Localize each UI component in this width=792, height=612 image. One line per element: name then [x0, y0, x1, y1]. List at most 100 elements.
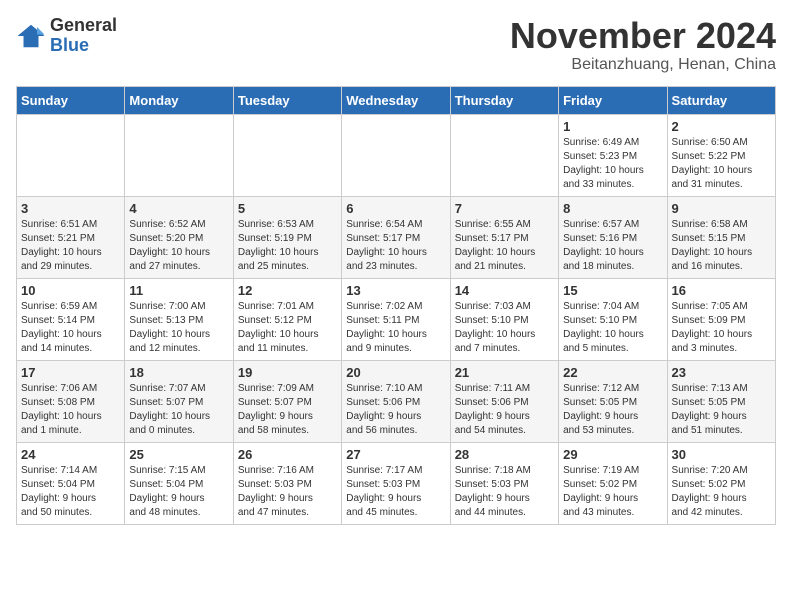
day-info: Sunrise: 7:19 AM Sunset: 5:02 PM Dayligh… — [563, 464, 662, 520]
header-saturday: Saturday — [667, 86, 775, 114]
table-row: 17 Sunrise: 7:06 AM Sunset: 5:08 PM Dayli… — [17, 360, 125, 442]
day-info: Sunrise: 6:55 AM Sunset: 5:17 PM Dayligh… — [455, 218, 554, 274]
day-info: Sunrise: 7:14 AM Sunset: 5:04 PM Dayligh… — [21, 464, 120, 520]
table-row — [342, 114, 450, 196]
table-row: 13 Sunrise: 7:02 AM Sunset: 5:11 PM Dayli… — [342, 278, 450, 360]
day-number: 16 — [672, 283, 771, 298]
logo-text: General Blue — [50, 16, 117, 56]
table-row: 3 Sunrise: 6:51 AM Sunset: 5:21 PM Daylig… — [17, 196, 125, 278]
header-sunday: Sunday — [17, 86, 125, 114]
day-number: 28 — [455, 447, 554, 462]
header: General Blue November 2024 Beitanzhuang,… — [16, 16, 776, 74]
table-row: 15 Sunrise: 7:04 AM Sunset: 5:10 PM Dayli… — [559, 278, 667, 360]
table-row: 28 Sunrise: 7:18 AM Sunset: 5:03 PM Dayli… — [450, 442, 558, 524]
day-number: 5 — [238, 201, 337, 216]
day-info: Sunrise: 7:15 AM Sunset: 5:04 PM Dayligh… — [129, 464, 228, 520]
day-info: Sunrise: 7:01 AM Sunset: 5:12 PM Dayligh… — [238, 300, 337, 356]
logo-general-label: General — [50, 16, 117, 36]
day-number: 15 — [563, 283, 662, 298]
week-row-1: 3 Sunrise: 6:51 AM Sunset: 5:21 PM Daylig… — [17, 196, 776, 278]
day-number: 20 — [346, 365, 445, 380]
day-info: Sunrise: 6:51 AM Sunset: 5:21 PM Dayligh… — [21, 218, 120, 274]
table-row: 2Sunrise: 6:50 AM Sunset: 5:22 PM Daylig… — [667, 114, 775, 196]
day-number: 7 — [455, 201, 554, 216]
day-number: 8 — [563, 201, 662, 216]
table-row: 18Sunrise: 7:07 AM Sunset: 5:07 PM Dayli… — [125, 360, 233, 442]
day-info: Sunrise: 7:05 AM Sunset: 5:09 PM Dayligh… — [672, 300, 771, 356]
table-row — [17, 114, 125, 196]
day-number: 26 — [238, 447, 337, 462]
table-row: 7 Sunrise: 6:55 AM Sunset: 5:17 PM Daylig… — [450, 196, 558, 278]
day-info: Sunrise: 7:11 AM Sunset: 5:06 PM Dayligh… — [455, 382, 554, 438]
day-number: 29 — [563, 447, 662, 462]
logo: General Blue — [16, 16, 117, 56]
table-row: 4Sunrise: 6:52 AM Sunset: 5:20 PM Daylig… — [125, 196, 233, 278]
day-info: Sunrise: 7:06 AM Sunset: 5:08 PM Dayligh… — [21, 382, 120, 438]
header-monday: Monday — [125, 86, 233, 114]
day-number: 10 — [21, 283, 120, 298]
table-row: 11 Sunrise: 7:00 AM Sunset: 5:13 PM Dayli… — [125, 278, 233, 360]
day-info: Sunrise: 7:20 AM Sunset: 5:02 PM Dayligh… — [672, 464, 771, 520]
day-number: 2 — [672, 119, 771, 134]
table-row: 6Sunrise: 6:54 AM Sunset: 5:17 PM Daylig… — [342, 196, 450, 278]
day-number: 22 — [563, 365, 662, 380]
day-info: Sunrise: 7:02 AM Sunset: 5:11 PM Dayligh… — [346, 300, 445, 356]
day-number: 9 — [672, 201, 771, 216]
table-row: 16 Sunrise: 7:05 AM Sunset: 5:09 PM Dayli… — [667, 278, 775, 360]
week-row-4: 24Sunrise: 7:14 AM Sunset: 5:04 PM Dayli… — [17, 442, 776, 524]
day-number: 1 — [563, 119, 662, 134]
table-row: 27Sunrise: 7:17 AM Sunset: 5:03 PM Dayli… — [342, 442, 450, 524]
week-row-0: 1Sunrise: 6:49 AM Sunset: 5:23 PM Daylig… — [17, 114, 776, 196]
day-info: Sunrise: 6:57 AM Sunset: 5:16 PM Dayligh… — [563, 218, 662, 274]
day-info: Sunrise: 7:00 AM Sunset: 5:13 PM Dayligh… — [129, 300, 228, 356]
day-number: 13 — [346, 283, 445, 298]
day-number: 25 — [129, 447, 228, 462]
table-row: 20 Sunrise: 7:10 AM Sunset: 5:06 PM Dayli… — [342, 360, 450, 442]
weekday-header-row: Sunday Monday Tuesday Wednesday Thursday… — [17, 86, 776, 114]
page-container: General Blue November 2024 Beitanzhuang,… — [0, 0, 792, 535]
day-number: 19 — [238, 365, 337, 380]
day-info: Sunrise: 7:18 AM Sunset: 5:03 PM Dayligh… — [455, 464, 554, 520]
day-number: 30 — [672, 447, 771, 462]
table-row — [450, 114, 558, 196]
table-row: 8 Sunrise: 6:57 AM Sunset: 5:16 PM Daylig… — [559, 196, 667, 278]
header-thursday: Thursday — [450, 86, 558, 114]
calendar-table: Sunday Monday Tuesday Wednesday Thursday… — [16, 86, 776, 525]
day-info: Sunrise: 7:17 AM Sunset: 5:03 PM Dayligh… — [346, 464, 445, 520]
header-friday: Friday — [559, 86, 667, 114]
table-row: 12 Sunrise: 7:01 AM Sunset: 5:12 PM Dayli… — [233, 278, 341, 360]
table-row: 10Sunrise: 6:59 AM Sunset: 5:14 PM Dayli… — [17, 278, 125, 360]
day-info: Sunrise: 7:09 AM Sunset: 5:07 PM Dayligh… — [238, 382, 337, 438]
month-title: November 2024 — [510, 16, 776, 56]
day-info: Sunrise: 7:12 AM Sunset: 5:05 PM Dayligh… — [563, 382, 662, 438]
day-info: Sunrise: 7:13 AM Sunset: 5:05 PM Dayligh… — [672, 382, 771, 438]
table-row: 21 Sunrise: 7:11 AM Sunset: 5:06 PM Dayli… — [450, 360, 558, 442]
week-row-3: 17 Sunrise: 7:06 AM Sunset: 5:08 PM Dayli… — [17, 360, 776, 442]
table-row: 24Sunrise: 7:14 AM Sunset: 5:04 PM Dayli… — [17, 442, 125, 524]
table-row: 1Sunrise: 6:49 AM Sunset: 5:23 PM Daylig… — [559, 114, 667, 196]
day-number: 21 — [455, 365, 554, 380]
day-number: 11 — [129, 283, 228, 298]
table-row — [125, 114, 233, 196]
week-row-2: 10Sunrise: 6:59 AM Sunset: 5:14 PM Dayli… — [17, 278, 776, 360]
day-number: 17 — [21, 365, 120, 380]
table-row: 22 Sunrise: 7:12 AM Sunset: 5:05 PM Dayli… — [559, 360, 667, 442]
day-info: Sunrise: 7:16 AM Sunset: 5:03 PM Dayligh… — [238, 464, 337, 520]
table-row: 23 Sunrise: 7:13 AM Sunset: 5:05 PM Dayli… — [667, 360, 775, 442]
day-number: 12 — [238, 283, 337, 298]
day-info: Sunrise: 6:54 AM Sunset: 5:17 PM Dayligh… — [346, 218, 445, 274]
table-row: 26 Sunrise: 7:16 AM Sunset: 5:03 PM Dayli… — [233, 442, 341, 524]
day-info: Sunrise: 7:07 AM Sunset: 5:07 PM Dayligh… — [129, 382, 228, 438]
table-row: 19 Sunrise: 7:09 AM Sunset: 5:07 PM Dayli… — [233, 360, 341, 442]
header-tuesday: Tuesday — [233, 86, 341, 114]
day-number: 23 — [672, 365, 771, 380]
location: Beitanzhuang, Henan, China — [510, 56, 776, 74]
table-row: 9 Sunrise: 6:58 AM Sunset: 5:15 PM Daylig… — [667, 196, 775, 278]
day-info: Sunrise: 6:53 AM Sunset: 5:19 PM Dayligh… — [238, 218, 337, 274]
table-row: 25 Sunrise: 7:15 AM Sunset: 5:04 PM Dayli… — [125, 442, 233, 524]
day-info: Sunrise: 7:10 AM Sunset: 5:06 PM Dayligh… — [346, 382, 445, 438]
day-number: 3 — [21, 201, 120, 216]
day-number: 4 — [129, 201, 228, 216]
day-info: Sunrise: 7:04 AM Sunset: 5:10 PM Dayligh… — [563, 300, 662, 356]
day-info: Sunrise: 6:58 AM Sunset: 5:15 PM Dayligh… — [672, 218, 771, 274]
